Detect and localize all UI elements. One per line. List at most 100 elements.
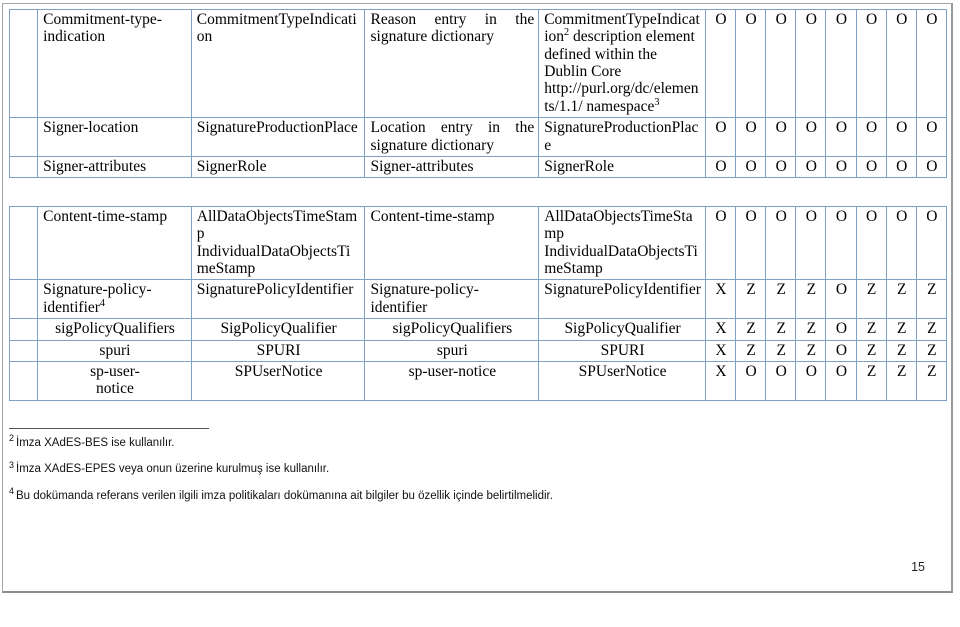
table-row: sp-user-notice SPUserNotice sp-user-noti…: [8, 360, 948, 401]
mark-cell: Z: [885, 360, 917, 401]
mark-cell: O: [704, 155, 737, 179]
footnote-text: İmza XAdES-BES ise kullanılır.: [16, 437, 175, 449]
mark-cell: Z: [855, 360, 887, 401]
footnote-item: 2 İmza XAdES-BES ise kullanılır.: [9, 433, 889, 450]
cell-xades-name: SignerRole: [190, 155, 366, 179]
cell-xades-name: SignatureProductionPlace: [190, 117, 366, 157]
cell-pades-name: Signature-policy-identifier: [364, 279, 540, 320]
cell-cades-name: Signer-attributes: [37, 155, 192, 179]
mark-cell: O: [825, 339, 857, 362]
cell-cades-name: Signature-policy-identifier4: [37, 279, 192, 320]
footnote-separator-rule: [9, 428, 209, 429]
mark-cell: O: [795, 117, 827, 157]
row-gutter-cell: [8, 360, 39, 401]
mark-cell: Z: [765, 339, 797, 362]
cell-xades-mapping: SignatureProductionPlace: [538, 117, 706, 157]
mark-cell: O: [825, 318, 857, 341]
mark-cell: Z: [915, 360, 948, 401]
mark-cell: O: [765, 360, 797, 401]
mark-cell: Z: [765, 279, 797, 320]
mark-cell: O: [885, 117, 917, 157]
mark-cell: Z: [795, 279, 827, 320]
table-upper-body: Commitment-type-indication CommitmentTyp…: [8, 8, 948, 179]
table-row: Commitment-type-indication CommitmentTyp…: [8, 8, 948, 119]
mark-cell: O: [825, 8, 857, 119]
mark-cell: O: [795, 360, 827, 401]
mark-cell: O: [825, 155, 857, 179]
mark-cell: O: [765, 8, 797, 119]
mark-cell: O: [765, 205, 797, 281]
mark-cell: O: [915, 117, 948, 157]
mark-cell: O: [765, 117, 797, 157]
mark-cell: O: [795, 205, 827, 281]
cell-cades-name: Content-time-stamp: [37, 205, 192, 281]
table-row: sigPolicyQualifiers SigPolicyQualifier s…: [8, 318, 948, 341]
footnote-ref-2: 2: [564, 27, 570, 39]
cell-pades-name: sigPolicyQualifiers: [364, 318, 540, 341]
footnote-item: 3 İmza XAdES-EPES veya onun üzerine kurul…: [9, 459, 889, 476]
cell-cades-name: sigPolicyQualifiers: [37, 318, 192, 341]
mark-cell: O: [765, 155, 797, 179]
cell-xades-name: AllDataObjectsTimeStamp IndividualDataOb…: [190, 205, 366, 281]
mark-cell: Z: [885, 339, 917, 362]
mark-cell: Z: [765, 318, 797, 341]
mark-cell: O: [825, 279, 857, 320]
mark-cell: O: [915, 8, 948, 119]
footnote-marker: 3: [9, 459, 14, 470]
footnote-text: İmza XAdES-EPES veya onun üzerine kurulm…: [16, 463, 330, 476]
table-lower-body: Content-time-stamp AllDataObjectsTimeSta…: [8, 205, 948, 401]
cell-xades-name: SPURI: [190, 339, 366, 362]
mark-cell: O: [915, 155, 948, 179]
cell-xades-mapping: CommitmentTypeIndication2 description el…: [538, 8, 706, 119]
footnotes-section: 2 İmza XAdES-BES ise kullanılır. 3 İmza XA…: [9, 428, 889, 515]
mark-cell: O: [704, 8, 737, 119]
mark-cell: Z: [855, 339, 887, 362]
cell-pades-name: Signer-attributes: [364, 155, 540, 179]
footnote-text: Bu dokümanda referans verilen ilgili imz…: [16, 489, 553, 502]
cell-pades-name: Content-time-stamp: [364, 205, 540, 281]
cell-xades-mapping: SignerRole: [538, 155, 706, 179]
mark-cell: O: [855, 117, 887, 157]
mark-cell: X: [704, 318, 737, 341]
cell-cades-name: Commitment-type-indication: [37, 8, 192, 119]
table-row: Signer-attributes SignerRole Signer-attr…: [8, 155, 948, 179]
mark-cell: O: [795, 155, 827, 179]
footnote-marker: 2: [9, 433, 14, 444]
footnote-marker: 4: [9, 485, 14, 496]
row-gutter-cell: [8, 339, 39, 362]
mark-cell: O: [735, 155, 767, 179]
cell-xades-name: CommitmentTypeIndication: [190, 8, 366, 119]
mark-cell: O: [704, 205, 737, 281]
mark-cell: Z: [795, 318, 827, 341]
mark-cell: Z: [735, 339, 767, 362]
row-gutter-cell: [8, 318, 39, 341]
row-gutter-cell: [8, 155, 39, 179]
mark-cell: O: [915, 205, 948, 281]
cell-pades-name: spuri: [364, 339, 540, 362]
cell-pades-name: Location entry in the signature dictiona…: [364, 117, 540, 157]
footnote-item: 4 Bu dokümanda referans verilen ilgili im…: [9, 485, 889, 503]
mark-cell: O: [704, 117, 737, 157]
mark-cell: Z: [735, 279, 767, 320]
table-row: Signature-policy-identifier4 SignaturePo…: [8, 279, 948, 320]
mark-cell: O: [825, 117, 857, 157]
document-page: Commitment-type-indication CommitmentTyp…: [2, 3, 953, 593]
cell-cades-name-text: sp-user-notice: [90, 362, 140, 398]
mark-cell: Z: [735, 318, 767, 341]
cell-xades-mapping: SPUserNotice: [538, 360, 706, 401]
cell-xades-mapping: SignaturePolicyIdentifier: [538, 279, 706, 320]
page-number: 15: [911, 560, 925, 574]
cell-xades-mapping: SPURI: [538, 339, 706, 362]
mark-cell: X: [704, 360, 737, 401]
mark-cell: O: [885, 205, 917, 281]
cell-cades-name: Signer-location: [37, 117, 192, 157]
cell-cades-name-text: Signature-policy-identifier: [43, 281, 152, 316]
cell-xades-name: SigPolicyQualifier: [190, 318, 366, 341]
mark-cell: O: [735, 117, 767, 157]
mark-cell: Z: [855, 279, 887, 320]
attribute-table-lower: Content-time-stamp AllDataObjectsTimeSta…: [8, 205, 948, 401]
mark-cell: Z: [915, 339, 948, 362]
mark-cell: O: [735, 360, 767, 401]
mark-cell: O: [885, 155, 917, 179]
cell-cades-name: sp-user-notice: [37, 360, 192, 401]
